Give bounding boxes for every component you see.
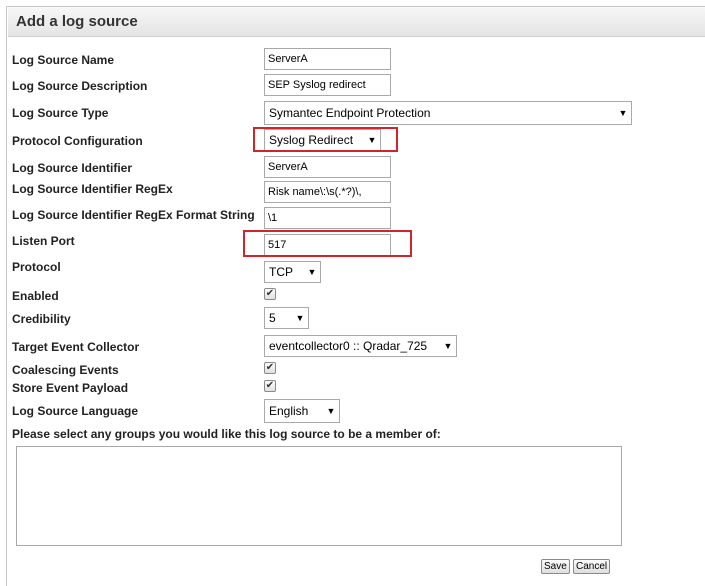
log-source-language-select[interactable]: English ▼ [264, 399, 340, 423]
coalescing-events-label: Coalescing Events [12, 363, 119, 377]
protocol-configuration-highlight [253, 127, 398, 152]
listen-port-label: Listen Port [12, 234, 75, 248]
dropdown-arrow-icon: ▼ [295, 313, 305, 323]
credibility-select[interactable]: 5 ▼ [264, 307, 309, 329]
protocol-configuration-label: Protocol Configuration [12, 134, 143, 148]
dropdown-arrow-icon: ▼ [307, 267, 317, 277]
target-event-collector-select[interactable]: eventcollector0 :: Qradar_725 ▼ [264, 335, 457, 357]
store-event-payload-label: Store Event Payload [12, 381, 129, 395]
enabled-label: Enabled [12, 289, 59, 303]
target-event-collector-value: eventcollector0 :: Qradar_725 [269, 339, 428, 353]
checkmark-icon: ✔ [265, 288, 275, 299]
identifier-regex-format-input[interactable] [264, 207, 391, 229]
log-source-type-select[interactable]: Symantec Endpoint Protection ▼ [264, 101, 632, 125]
log-source-type-label: Log Source Type [12, 106, 109, 120]
protocol-select[interactable]: TCP ▼ [264, 261, 321, 283]
target-event-collector-label: Target Event Collector [12, 340, 140, 354]
protocol-label: Protocol [12, 260, 61, 274]
listen-port-highlight [243, 230, 412, 257]
save-button[interactable]: Save [541, 559, 570, 574]
store-event-payload-checkbox[interactable]: ✔ [264, 380, 276, 392]
log-source-name-input[interactable] [264, 48, 391, 70]
credibility-value: 5 [269, 311, 276, 325]
groups-list[interactable] [16, 446, 622, 546]
log-source-description-label: Log Source Description [12, 79, 148, 93]
checkmark-icon: ✔ [265, 362, 275, 373]
log-source-identifier-label: Log Source Identifier [12, 161, 133, 175]
identifier-regex-label: Log Source Identifier RegEx [12, 182, 173, 196]
log-source-identifier-input[interactable] [264, 156, 391, 178]
dropdown-arrow-icon: ▼ [443, 341, 453, 351]
enabled-checkbox[interactable]: ✔ [264, 288, 276, 300]
log-source-language-value: English [269, 404, 309, 418]
credibility-label: Credibility [12, 312, 71, 326]
checkmark-icon: ✔ [265, 380, 275, 391]
log-source-description-input[interactable] [264, 74, 391, 96]
dialog-titlebar: Add a log source [8, 7, 705, 37]
log-source-name-label: Log Source Name [12, 53, 115, 67]
groups-prompt: Please select any groups you would like … [12, 427, 441, 441]
dialog-title: Add a log source [16, 13, 138, 30]
coalescing-events-checkbox[interactable]: ✔ [264, 362, 276, 374]
log-source-type-value: Symantec Endpoint Protection [269, 106, 431, 120]
log-source-language-label: Log Source Language [12, 404, 139, 418]
identifier-regex-format-label: Log Source Identifier RegEx Format Strin… [12, 208, 255, 222]
protocol-value: TCP [269, 265, 293, 279]
cancel-button[interactable]: Cancel [573, 559, 611, 574]
dropdown-arrow-icon: ▼ [618, 108, 628, 118]
identifier-regex-input[interactable] [264, 181, 391, 203]
dropdown-arrow-icon: ▼ [326, 406, 336, 416]
